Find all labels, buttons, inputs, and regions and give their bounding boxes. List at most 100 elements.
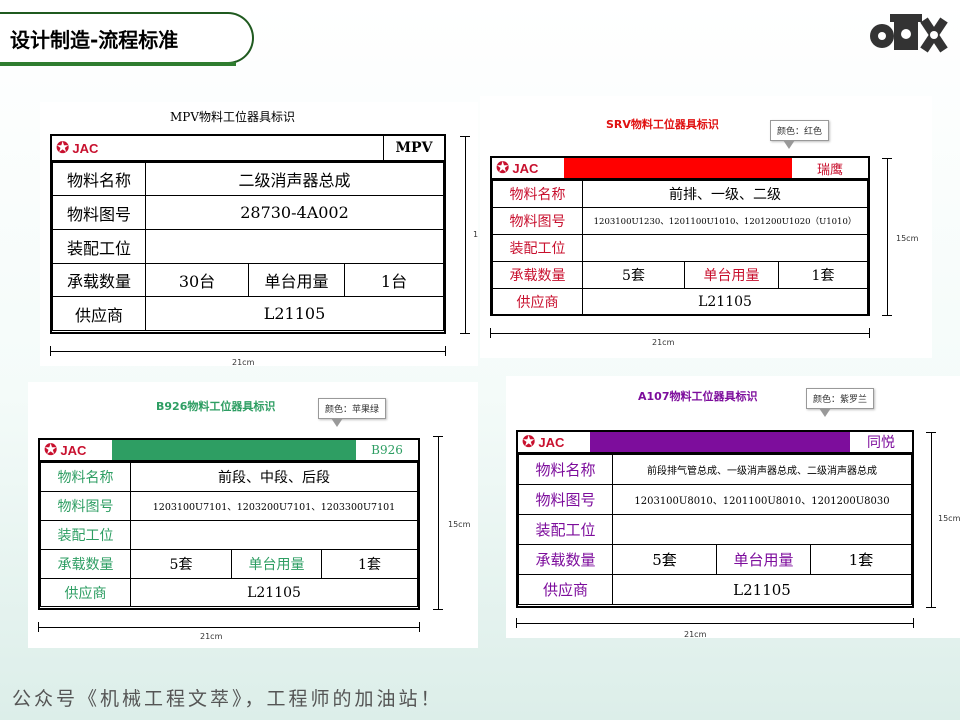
b926-usage-value: 1套 [321, 549, 418, 579]
a107-station-value [612, 514, 912, 545]
srv-title: SRV物料工位器具标识 [606, 118, 719, 131]
jac-logo: ✪ JAC [52, 136, 124, 160]
mpv-width-dimension [50, 346, 446, 356]
srv-name-value: 前排、一级、二级 [582, 180, 868, 208]
srv-supplier-label: 供应商 [492, 288, 583, 315]
page-title-text: 设计制造-流程标准 [10, 27, 179, 52]
mpv-usage-value: 1台 [344, 263, 444, 297]
a107-title: A107物料工位器具标识 [638, 390, 758, 403]
a107-header: ✪ JAC 同悦 [518, 432, 912, 455]
a107-color-bar [590, 432, 850, 452]
mpv-label-card: ✪ JAC MPV 物料名称 二级消声器总成 物料图号 28730-4A002 … [50, 134, 446, 334]
table-row: 物料名称 二级消声器总成 [52, 162, 444, 196]
jac-star-icon: ✪ [496, 158, 510, 177]
mpv-supplier-label: 供应商 [52, 296, 146, 331]
b926-height-label: 15cm [448, 520, 471, 529]
b926-table: 物料名称 前段、中段、后段 物料图号 1203100U7101、1203200U… [40, 462, 418, 607]
jac-star-icon: ✪ [522, 432, 536, 451]
b926-drawing-label: 物料图号 [40, 491, 131, 521]
a107-width-dimension [516, 618, 914, 628]
srv-code: 瑞鹰 [816, 162, 843, 178]
b926-supplier-label: 供应商 [40, 578, 131, 607]
table-row: 承载数量 5套 单台用量 1套 [492, 261, 868, 289]
table-row: 物料图号 1203100U1230、1201100U1010、1201200U1… [492, 207, 868, 235]
mpv-table: 物料名称 二级消声器总成 物料图号 28730-4A002 装配工位 承载数量 … [52, 162, 444, 331]
table-row: 供应商 L21105 [492, 288, 868, 315]
jac-logo-text: JAC [512, 160, 539, 176]
srv-color-bar [564, 158, 792, 178]
jac-logo-text: JAC [60, 442, 87, 458]
b926-label-card: ✪ JAC B926 物料名称 前段、中段、后段 物料图号 1203100U71… [38, 438, 420, 610]
a107-supplier-value: L21105 [612, 574, 912, 605]
b926-station-label: 装配工位 [40, 520, 131, 550]
mpv-station-label: 装配工位 [52, 229, 146, 264]
srv-label-card: ✪ JAC 瑞鹰 物料名称 前排、一级、二级 物料图号 1203100U1230… [490, 156, 870, 316]
a107-table: 物料名称 前段排气管总成、一级消声器总成、二级消声器总成 物料图号 120310… [518, 454, 912, 605]
a107-name-value: 前段排气管总成、一级消声器总成、二级消声器总成 [612, 454, 912, 485]
mpv-dash [52, 162, 444, 163]
b926-header: ✪ JAC B926 [40, 440, 418, 463]
srv-name-label: 物料名称 [492, 180, 583, 208]
company-logo-icon [870, 14, 948, 53]
srv-height-dimension [882, 158, 892, 316]
srv-color-tag: 颜色：红色 [770, 120, 830, 149]
table-row: 物料图号 1203100U7101、1203200U7101、1203300U7… [40, 491, 418, 521]
table-row: 承载数量 5套 单台用量 1套 [518, 544, 912, 575]
a107-color-tag: 颜色：紫罗兰 [806, 388, 875, 417]
srv-usage-value: 1套 [778, 261, 868, 289]
a107-usage-value: 1套 [810, 544, 912, 575]
table-row: 承载数量 30台 单台用量 1台 [52, 263, 444, 297]
srv-panel: SRV物料工位器具标识 颜色：红色 ✪ JAC 瑞鹰 物料名称 前排、一级、二级… [480, 96, 932, 358]
page-title: 设计制造-流程标准 [0, 12, 254, 64]
table-row: 承载数量 5套 单台用量 1套 [40, 549, 418, 579]
b926-title: B926物料工位器具标识 [156, 400, 276, 413]
mpv-station-value [145, 229, 444, 264]
a107-panel: A107物料工位器具标识 颜色：紫罗兰 ✪ JAC 同悦 物料名称 前段排气管总… [506, 376, 960, 639]
jac-star-icon: ✪ [44, 440, 58, 459]
srv-qty-value: 5套 [582, 261, 685, 289]
jac-logo: ✪ JAC [518, 432, 590, 452]
table-row: 装配工位 [40, 520, 418, 550]
mpv-name-value: 二级消声器总成 [145, 162, 444, 196]
srv-station-value [582, 234, 868, 262]
a107-drawing-value: 1203100U8010、1201100U8010、1201200U8030 [612, 484, 912, 515]
table-row: 供应商 L21105 [52, 296, 444, 331]
jac-star-icon: ✪ [56, 138, 70, 157]
b926-dash [40, 462, 418, 463]
a107-supplier-label: 供应商 [518, 574, 613, 605]
mpv-usage-label: 单台用量 [248, 263, 345, 297]
mpv-supplier-value: L21105 [145, 296, 444, 331]
srv-supplier-value: L21105 [582, 288, 868, 315]
srv-usage-label: 单台用量 [684, 261, 779, 289]
jac-logo: ✪ JAC [40, 440, 112, 460]
mpv-height-label: 1 [473, 230, 479, 239]
a107-name-label: 物料名称 [518, 454, 613, 485]
a107-code: 同悦 [867, 435, 895, 451]
a107-station-label: 装配工位 [518, 514, 613, 545]
a107-height-dimension [926, 432, 936, 608]
a107-width-label: 21cm [684, 630, 707, 639]
b926-width-label: 21cm [200, 632, 223, 641]
b926-width-dimension [38, 622, 420, 632]
mpv-code: MPV [395, 140, 433, 156]
a107-usage-label: 单台用量 [716, 544, 811, 575]
srv-drawing-value: 1203100U1230、1201100U1010、1201200U1020（U… [582, 207, 868, 235]
a107-qty-label: 承载数量 [518, 544, 613, 575]
mpv-drawing-label: 物料图号 [52, 195, 146, 230]
mpv-qty-label: 承载数量 [52, 263, 146, 297]
mpv-qty-value: 30台 [145, 263, 249, 297]
srv-width-dimension [490, 328, 870, 338]
mpv-panel: MPV物料工位器具标识 ✪ JAC MPV 物料名称 二级消声器总成 物料图号 … [40, 102, 479, 367]
table-row: 供应商 L21105 [40, 578, 418, 607]
srv-drawing-label: 物料图号 [492, 207, 583, 235]
table-row: 物料图号 1203100U8010、1201100U8010、1201200U8… [518, 484, 912, 515]
mpv-title: MPV物料工位器具标识 [170, 110, 296, 124]
jac-logo: ✪ JAC [492, 158, 564, 178]
table-row: 物料名称 前排、一级、二级 [492, 180, 868, 208]
srv-height-label: 15cm [896, 234, 919, 243]
jac-logo-text: JAC [538, 434, 565, 450]
srv-dash [492, 180, 868, 181]
srv-header: ✪ JAC 瑞鹰 [492, 158, 868, 181]
table-row: 装配工位 [518, 514, 912, 545]
jac-logo-text: JAC [72, 140, 99, 156]
